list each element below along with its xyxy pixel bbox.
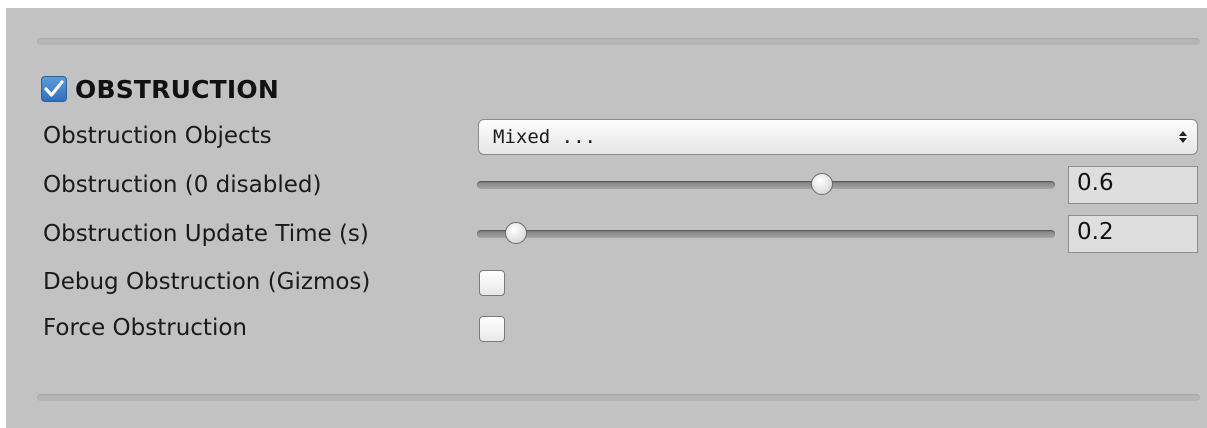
obstruction-amount-label: Obstruction (0 disabled)	[43, 172, 322, 198]
section-header: OBSTRUCTION	[41, 70, 279, 108]
updown-arrows-icon	[1179, 131, 1187, 143]
dropdown-value: Mixed ...	[493, 126, 596, 148]
update-time-slider[interactable]	[477, 219, 1055, 249]
bottom-divider	[37, 394, 1200, 401]
debug-obstruction-checkbox[interactable]	[479, 270, 505, 296]
update-time-label: Obstruction Update Time (s)	[43, 221, 369, 247]
force-obstruction-label: Force Obstruction	[43, 315, 247, 341]
update-time-field[interactable]: 0.2	[1068, 215, 1198, 253]
section-enable-checkbox[interactable]	[41, 76, 67, 102]
checkmark-icon	[44, 80, 64, 97]
debug-obstruction-label: Debug Obstruction (Gizmos)	[43, 269, 371, 295]
obstruction-amount-field[interactable]: 0.6	[1068, 166, 1198, 204]
top-divider	[37, 38, 1200, 45]
force-obstruction-checkbox[interactable]	[479, 316, 505, 342]
inspector-panel: OBSTRUCTION Obstruction Objects Mixed ..…	[6, 8, 1207, 428]
obstruction-amount-slider[interactable]	[477, 170, 1055, 200]
slider-track	[477, 230, 1055, 238]
section-title: OBSTRUCTION	[75, 74, 279, 104]
slider-track	[477, 181, 1055, 189]
slider-thumb[interactable]	[810, 173, 833, 195]
obstruction-objects-dropdown[interactable]: Mixed ...	[478, 119, 1198, 155]
obstruction-objects-label: Obstruction Objects	[43, 123, 272, 149]
slider-thumb[interactable]	[504, 222, 527, 244]
